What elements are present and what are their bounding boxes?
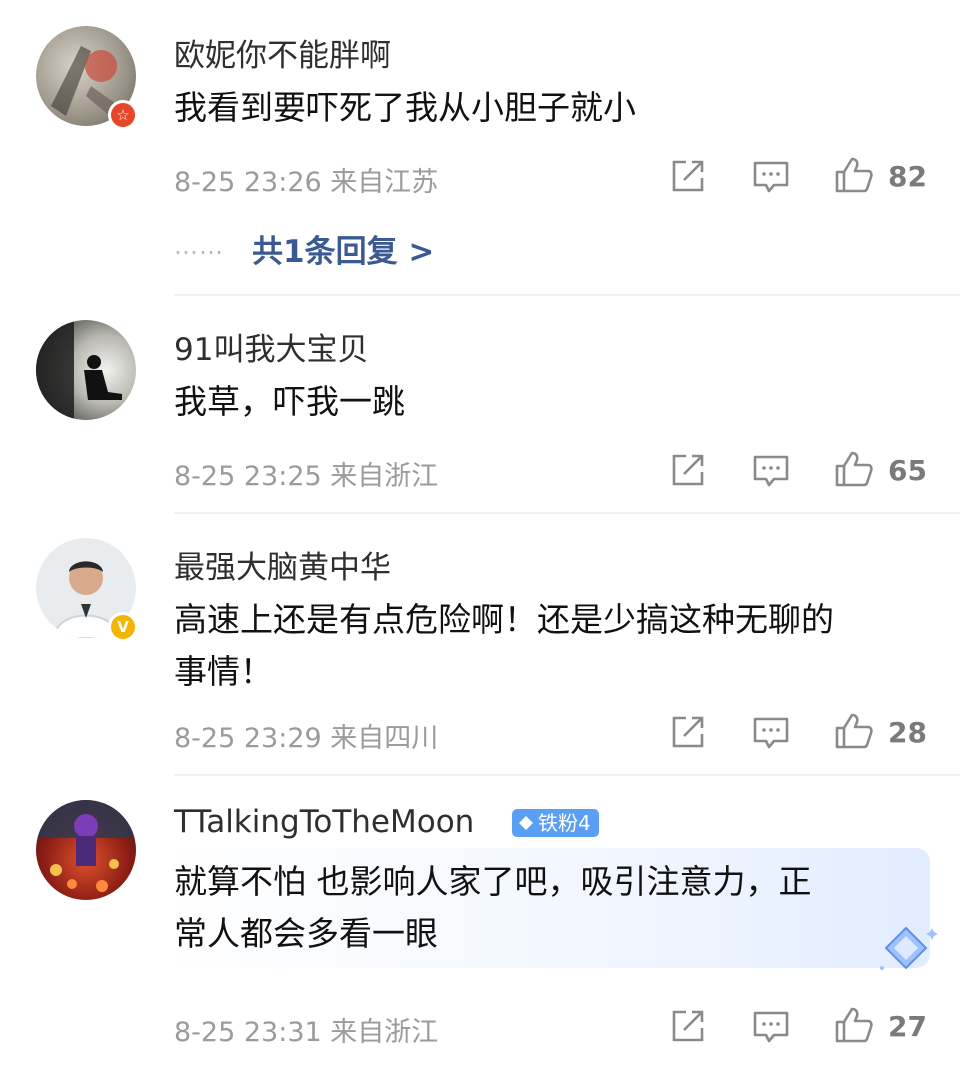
comment-icon[interactable] — [752, 1010, 790, 1044]
diamond-icon — [519, 816, 533, 830]
share-icon[interactable] — [670, 452, 706, 488]
comment-text-line-2: 事情！ — [174, 652, 273, 691]
comment-icon[interactable] — [752, 716, 790, 750]
comment-meta: 8-25 23:26 来自江苏 — [174, 167, 439, 198]
comment-text: 我草，吓我一跳 — [174, 382, 405, 421]
share-icon[interactable] — [670, 158, 706, 194]
divider — [174, 774, 960, 776]
divider — [174, 512, 960, 514]
like-count: 65 — [888, 454, 927, 487]
view-replies-link[interactable]: 共1条回复 > — [252, 226, 434, 271]
like-icon[interactable] — [834, 1006, 874, 1044]
like-count: 82 — [888, 160, 927, 193]
username[interactable]: 欧妮你不能胖啊 — [174, 30, 391, 75]
avatar[interactable] — [36, 800, 136, 900]
username[interactable]: TTalkingToTheMoon — [174, 804, 474, 840]
like-count: 27 — [888, 1010, 927, 1043]
member-badge-icon: ☆ — [108, 100, 138, 130]
comment-icon[interactable] — [752, 454, 790, 488]
reply-dots: …… — [174, 232, 224, 260]
comment-meta: 8-25 23:31 来自浙江 — [174, 1017, 439, 1048]
diamond-sparkle-icon — [880, 926, 938, 970]
username[interactable]: 最强大脑黄中华 — [174, 542, 391, 587]
avatar[interactable] — [36, 320, 136, 420]
avatar-image — [36, 800, 136, 892]
comment-text: 就算不怕 也影响人家了吧，吸引注意力，正 — [174, 862, 812, 901]
share-icon[interactable] — [670, 714, 706, 750]
like-icon[interactable] — [834, 450, 874, 488]
comment-meta: 8-25 23:25 来自浙江 — [174, 461, 439, 492]
like-icon[interactable] — [834, 712, 874, 750]
comment-icon[interactable] — [752, 160, 790, 194]
comment-meta: 8-25 23:29 来自四川 — [174, 723, 439, 754]
avatar-image — [36, 320, 122, 420]
fan-level-label: 铁粉4 — [538, 811, 591, 835]
like-icon[interactable] — [834, 156, 874, 194]
verified-badge-icon: V — [108, 612, 138, 642]
divider — [174, 294, 960, 296]
comment-text-line-2: 常人都会多看一眼 — [174, 914, 438, 953]
comment-text: 我看到要吓死了我从小胆子就小 — [174, 88, 636, 127]
username[interactable]: 91叫我大宝贝 — [174, 324, 368, 369]
fan-level-badge[interactable]: 铁粉4 — [512, 809, 599, 837]
comment-text: 高速上还是有点危险啊！还是少搞这种无聊的 — [174, 600, 834, 639]
share-icon[interactable] — [670, 1008, 706, 1044]
like-count: 28 — [888, 716, 927, 749]
